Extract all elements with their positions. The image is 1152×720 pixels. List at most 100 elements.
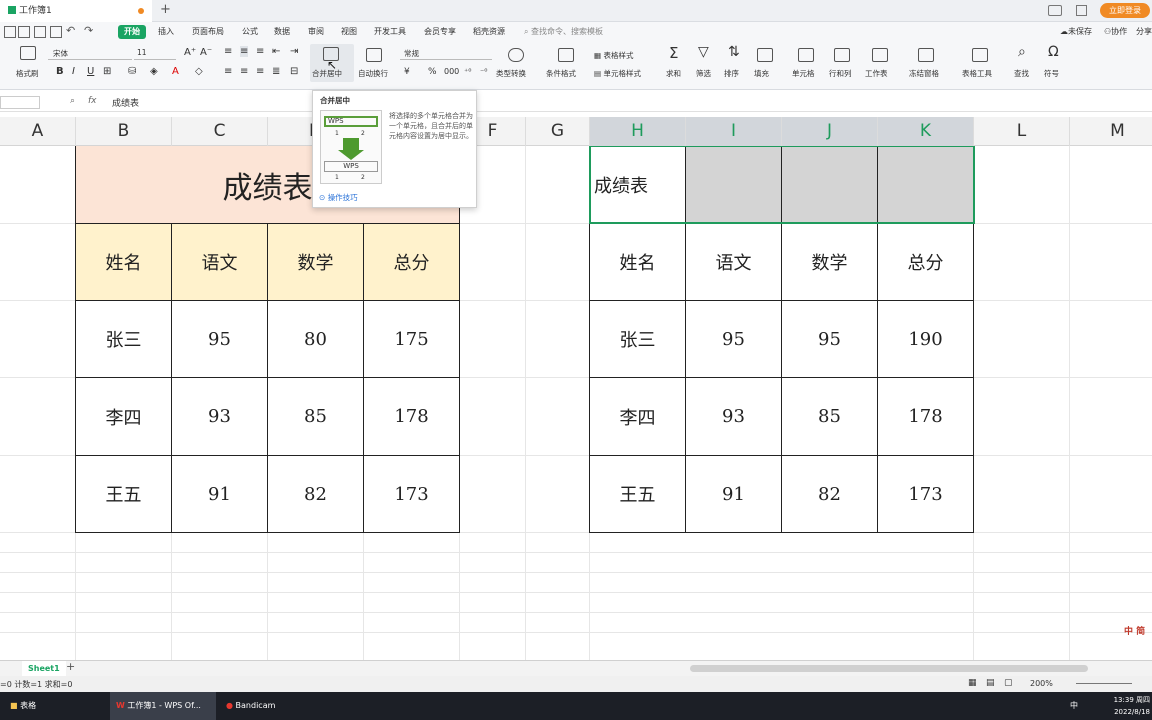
zoom-slider[interactable]	[1076, 683, 1132, 684]
indent-decrease-icon[interactable]: ⇤	[272, 46, 280, 57]
left-cell-r3-name[interactable]: 王五	[76, 456, 172, 533]
symbol-icon[interactable]: Ω	[1048, 44, 1059, 60]
type-convert-label[interactable]: 类型转换	[496, 68, 526, 79]
left-cell-r3-math[interactable]: 82	[268, 456, 364, 533]
left-cell-r2-chinese[interactable]: 93	[172, 378, 268, 456]
fill-icon[interactable]	[757, 48, 773, 62]
increase-font-icon[interactable]: A⁺	[184, 47, 196, 58]
find-icon[interactable]: ⌕	[1018, 44, 1026, 60]
symbol-label[interactable]: 符号	[1044, 68, 1059, 79]
print-icon[interactable]	[34, 26, 46, 38]
worksheet-label[interactable]: 工作表	[865, 68, 888, 79]
filter-label[interactable]: 筛选	[696, 68, 711, 79]
column-header-h[interactable]: H	[590, 117, 686, 146]
border-icon[interactable]: ⊞	[103, 66, 111, 77]
menu-member[interactable]: 会员专享	[424, 26, 456, 38]
filter-icon[interactable]: ▽	[698, 44, 709, 60]
left-cell-r3-chinese[interactable]: 91	[172, 456, 268, 533]
percent-button[interactable]: %	[428, 67, 437, 77]
taskbar-item-folder[interactable]: ■ 表格	[10, 692, 36, 720]
unsaved-status[interactable]: ☁未保存	[1060, 26, 1092, 38]
name-box[interactable]	[0, 96, 40, 109]
font-color-icon[interactable]: A	[172, 66, 179, 77]
align-bottom-icon[interactable]: ≡	[256, 46, 264, 57]
cell-label[interactable]: 单元格	[792, 68, 815, 79]
right-header-math[interactable]: 数学	[782, 224, 878, 301]
column-header-a[interactable]: A	[0, 117, 76, 146]
right-cell-r3-total[interactable]: 173	[878, 456, 974, 533]
left-cell-r1-total[interactable]: 175	[364, 301, 460, 378]
page-break-view-icon[interactable]: ▢	[1004, 678, 1013, 688]
left-header-total[interactable]: 总分	[364, 224, 460, 301]
save-icon[interactable]	[18, 26, 30, 38]
tooltip-tips-link[interactable]: ⊙ 操作技巧	[319, 192, 358, 203]
decimal-decrease-icon[interactable]: ⁻⁰	[480, 67, 487, 76]
fx-button[interactable]: fx	[88, 96, 97, 106]
right-cell-r1-chinese[interactable]: 95	[686, 301, 782, 378]
underline-button[interactable]: U	[87, 66, 94, 77]
number-format-select[interactable]: 常规	[400, 48, 492, 60]
left-cell-r2-math[interactable]: 85	[268, 378, 364, 456]
eraser-icon[interactable]: ◇	[195, 66, 203, 77]
left-cell-r1-math[interactable]: 80	[268, 301, 364, 378]
zoom-formula-icon[interactable]: ⌕	[70, 96, 75, 106]
menu-view[interactable]: 视图	[341, 26, 357, 38]
left-cell-r2-name[interactable]: 李四	[76, 378, 172, 456]
column-header-k[interactable]: K	[878, 117, 974, 146]
justify-icon[interactable]: ≣	[272, 66, 280, 77]
left-header-math[interactable]: 数学	[268, 224, 364, 301]
menu-docer[interactable]: 稻壳资源	[473, 26, 505, 38]
document-tab[interactable]: 工作簿1	[0, 0, 152, 22]
right-cell-r3-math[interactable]: 82	[782, 456, 878, 533]
ime-indicator[interactable]: 中	[1070, 692, 1078, 720]
find-label[interactable]: 查找	[1014, 68, 1029, 79]
menu-formula[interactable]: 公式	[242, 26, 258, 38]
sheet-tab-sheet1[interactable]: Sheet1	[22, 661, 66, 676]
menu-page-layout[interactable]: 页面布局	[192, 26, 224, 38]
sum-label[interactable]: 求和	[666, 68, 681, 79]
grid-view-icon[interactable]	[1076, 5, 1087, 16]
sheet-grid[interactable]: 成绩表 姓名 语文 数学 总分 张三 95 80 175 李四 93 85 17…	[0, 146, 1152, 660]
worksheet-icon[interactable]	[872, 48, 888, 62]
cell-icon[interactable]	[798, 48, 814, 62]
conditional-format-icon[interactable]	[558, 48, 574, 62]
menu-dev-tools[interactable]: 开发工具	[374, 26, 406, 38]
sort-icon[interactable]: ⇅	[728, 44, 740, 60]
align-top-icon[interactable]: ≡	[224, 46, 232, 57]
command-search[interactable]: ⌕ 查找命令、搜索模板	[524, 26, 603, 38]
conditional-format-label[interactable]: 条件格式	[546, 68, 576, 79]
column-header-l[interactable]: L	[974, 117, 1070, 146]
layout-icon[interactable]	[1048, 5, 1062, 16]
page-layout-view-icon[interactable]: ▤	[986, 678, 995, 688]
add-sheet-button[interactable]: +	[66, 660, 75, 673]
redo-icon[interactable]: ↷	[84, 24, 93, 37]
right-header-chinese[interactable]: 语文	[686, 224, 782, 301]
freeze-panes-icon[interactable]	[918, 48, 934, 62]
wrap-text-icon[interactable]	[366, 48, 382, 62]
right-header-name[interactable]: 姓名	[590, 224, 686, 301]
menu-review[interactable]: 审阅	[308, 26, 324, 38]
formula-input[interactable]: 成绩表	[112, 96, 1142, 110]
bucket-icon[interactable]: ◈	[150, 66, 158, 77]
right-cell-r1-name[interactable]: 张三	[590, 301, 686, 378]
table-tools-label[interactable]: 表格工具	[962, 68, 992, 79]
decimal-increase-icon[interactable]: ⁺⁰	[464, 67, 471, 76]
table-tools-icon[interactable]	[972, 48, 988, 62]
type-convert-icon[interactable]	[508, 48, 524, 62]
distribute-icon[interactable]: ⊟	[290, 66, 298, 77]
left-header-chinese[interactable]: 语文	[172, 224, 268, 301]
normal-view-icon[interactable]: ▦	[968, 678, 977, 688]
column-header-i[interactable]: I	[686, 117, 782, 146]
share-button[interactable]: 分享	[1136, 26, 1152, 38]
left-cell-r2-total[interactable]: 178	[364, 378, 460, 456]
taskbar-item-wps[interactable]: W 工作簿1 - WPS Of...	[110, 692, 216, 720]
new-tab-button[interactable]: +	[160, 2, 171, 17]
format-painter-icon[interactable]	[20, 46, 36, 60]
fill-color-icon[interactable]: ⛁	[128, 66, 136, 77]
right-cell-r2-chinese[interactable]: 93	[686, 378, 782, 456]
menu-data[interactable]: 数据	[274, 26, 290, 38]
bold-button[interactable]: B	[56, 66, 64, 77]
menu-home[interactable]: 开始	[118, 25, 146, 39]
right-cell-r1-total[interactable]: 190	[878, 301, 974, 378]
login-button[interactable]: 立即登录	[1100, 3, 1150, 18]
